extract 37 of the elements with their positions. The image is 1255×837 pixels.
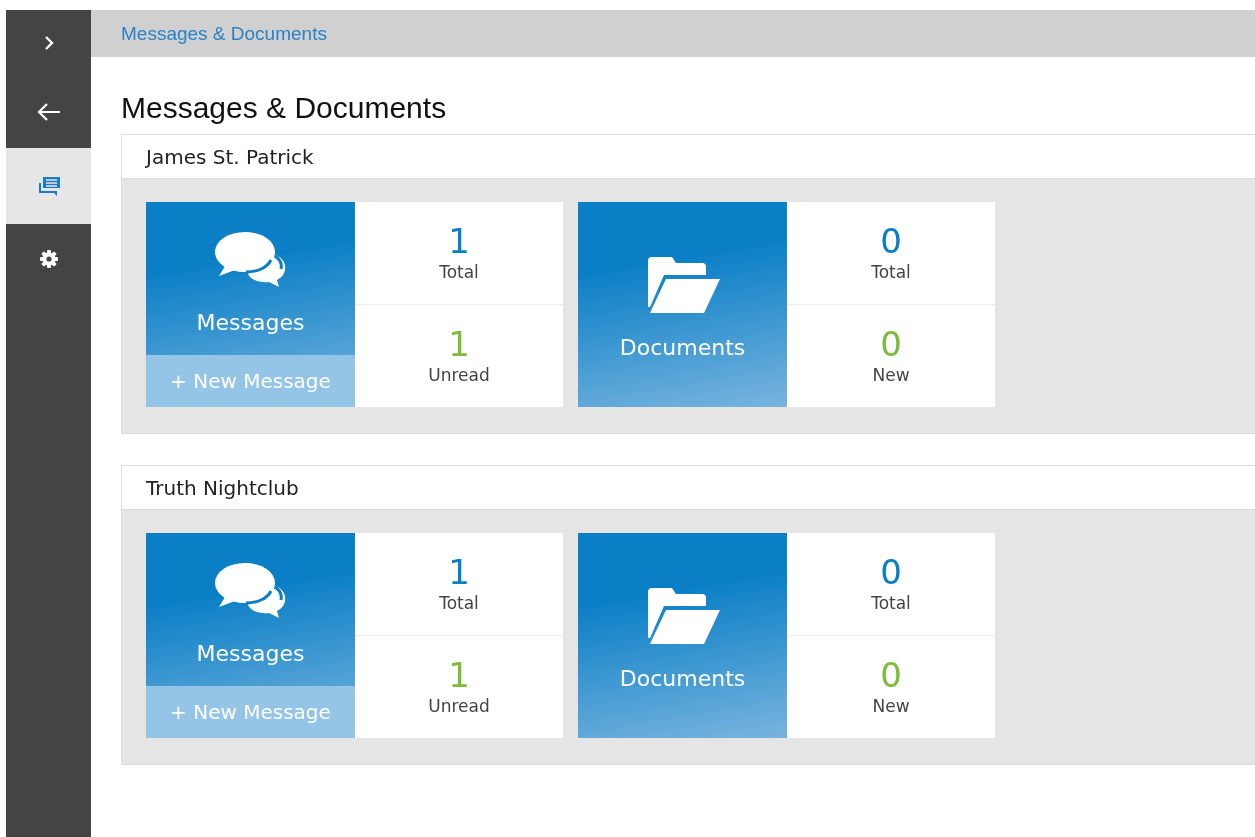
stat-label: Total	[871, 593, 911, 613]
group-name: James St. Patrick	[146, 144, 314, 169]
messages-tile[interactable]: Messages + New Message	[146, 533, 355, 738]
stat-label: New	[872, 696, 910, 716]
folder-icon	[645, 588, 720, 644]
stat-label: Total	[871, 262, 911, 282]
stat-count: 1	[448, 327, 470, 361]
stat-count: 0	[880, 555, 902, 589]
stat-count: 0	[880, 327, 902, 361]
stat-count: 1	[448, 555, 470, 589]
chevron-right-icon	[43, 34, 54, 51]
tile-label: Documents	[619, 666, 746, 691]
group-name: Truth Nightclub	[146, 475, 299, 500]
stat-label: Total	[439, 262, 479, 282]
tile-label: Documents	[619, 335, 746, 360]
arrow-left-icon	[35, 101, 62, 122]
new-message-button[interactable]: + New Message	[146, 686, 355, 738]
stat-count: 1	[448, 224, 470, 258]
folder-icon	[645, 257, 720, 313]
documents-tile[interactable]: Documents	[578, 202, 787, 407]
breadcrumb-link[interactable]: Messages & Documents	[121, 22, 327, 45]
stat-label: Unread	[428, 365, 490, 385]
documents-tile[interactable]: Documents	[578, 533, 787, 738]
chat-bubbles-icon	[214, 561, 287, 619]
tile-label: Messages	[196, 310, 305, 335]
stat-label: Total	[439, 593, 479, 613]
stat-count: 0	[880, 658, 902, 692]
tile-label: Messages	[196, 641, 305, 666]
new-message-button[interactable]: + New Message	[146, 355, 355, 407]
settings-icon	[38, 249, 59, 269]
stat-count: 1	[448, 658, 470, 692]
stat-label: Unread	[428, 696, 490, 716]
page-title: Messages & Documents	[121, 91, 448, 125]
stat-count: 0	[880, 224, 902, 258]
messages-tile[interactable]: Messages + New Message	[146, 202, 355, 407]
chat-bubbles-icon	[214, 230, 287, 288]
stat-label: New	[872, 365, 910, 385]
